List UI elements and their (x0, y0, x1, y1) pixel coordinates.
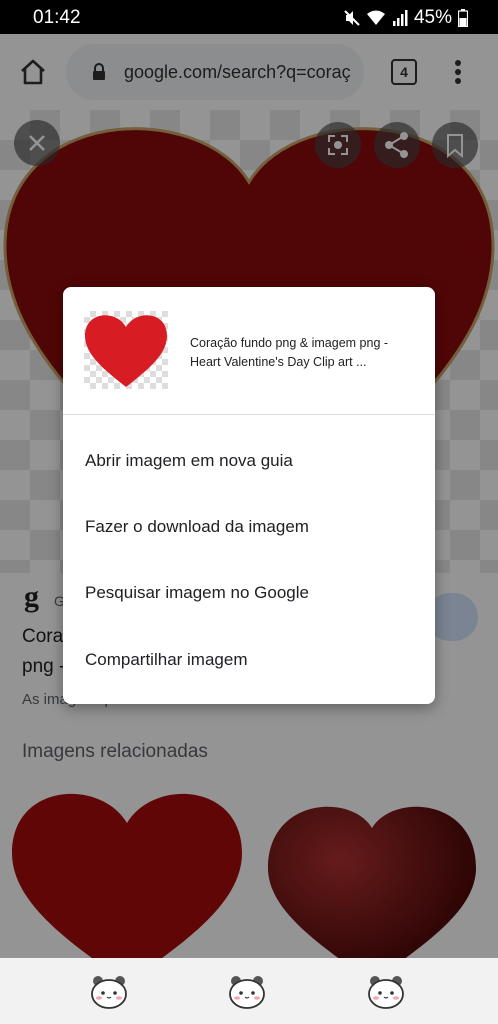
menu-item-label: Compartilhar imagem (85, 650, 248, 669)
wifi-icon (366, 10, 385, 25)
menu-image-title: Coração fundo png & imagem png - Heart V… (190, 336, 389, 369)
battery-percent: 45% (413, 7, 452, 28)
menu-divider (63, 414, 435, 415)
mute-icon (344, 10, 360, 26)
status-icons: 45% (344, 7, 468, 29)
back-bear-icon[interactable] (366, 972, 406, 1010)
menu-item-download-image[interactable]: Fazer o download da imagem (63, 497, 435, 557)
signal-icon (392, 10, 408, 26)
system-nav-bar (0, 958, 498, 1024)
menu-item-label: Fazer o download da imagem (85, 517, 309, 536)
menu-item-label: Pesquisar imagem no Google (85, 583, 309, 602)
status-bar: 01:42 45% (0, 0, 498, 34)
recents-bear-icon[interactable] (89, 972, 129, 1010)
menu-item-label: Abrir imagem em nova guia (85, 451, 293, 470)
menu-item-open-new-tab[interactable]: Abrir imagem em nova guia (63, 431, 435, 491)
clock: 01:42 (33, 7, 81, 28)
image-context-menu: Coração fundo png & imagem png - Heart V… (63, 287, 435, 704)
battery-icon (458, 9, 468, 27)
menu-item-share-image[interactable]: Compartilhar imagem (63, 630, 435, 690)
menu-item-search-google[interactable]: Pesquisar imagem no Google (63, 563, 435, 623)
heart-thumbnail-image (84, 315, 168, 387)
menu-image-thumbnail (84, 311, 168, 389)
home-bear-icon[interactable] (227, 972, 267, 1010)
